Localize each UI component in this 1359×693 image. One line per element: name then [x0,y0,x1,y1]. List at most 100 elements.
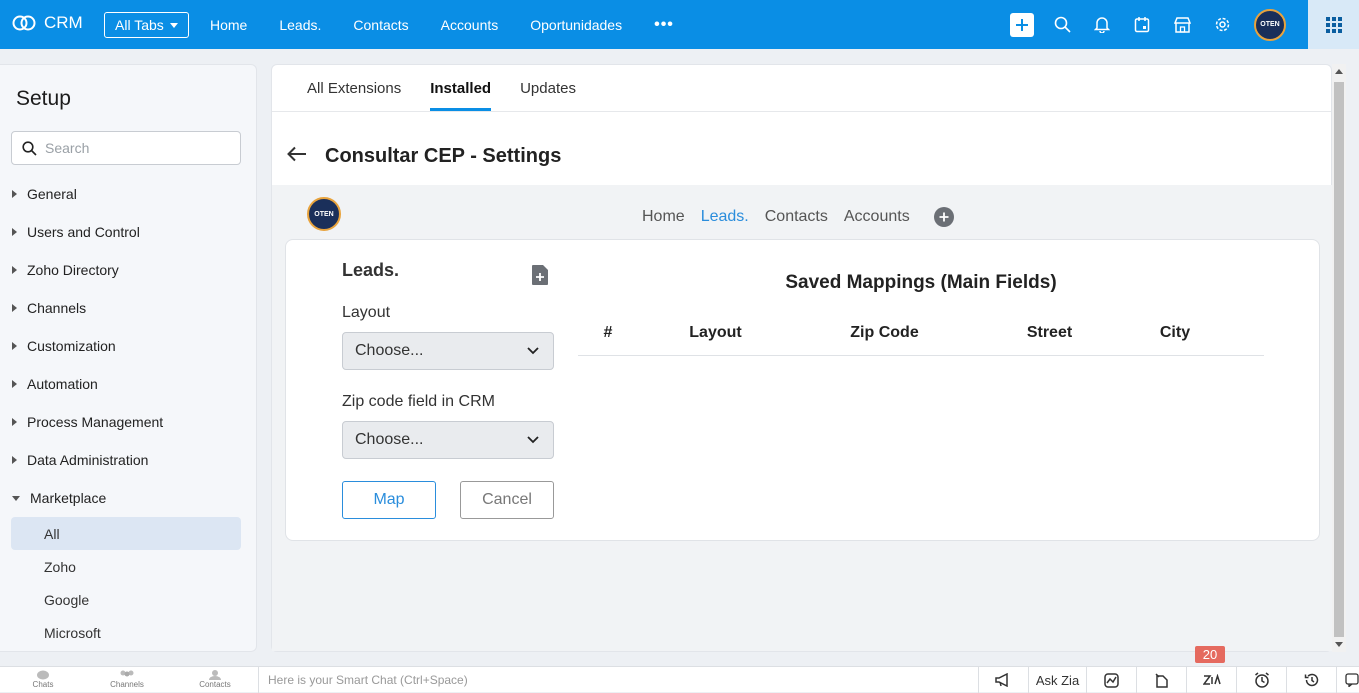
sidebar-subitem-zoho[interactable]: Zoho [0,550,256,583]
scrollbar-thumb[interactable] [1334,82,1344,637]
feedback-button[interactable] [1336,667,1359,693]
map-button[interactable]: Map [342,481,436,519]
settings-button[interactable] [1202,0,1242,49]
mapping-card: Leads. Layout Choose... Zip code field i… [285,239,1320,541]
apps-grid-button[interactable] [1308,0,1359,49]
setup-sidebar: Setup Search General Users and Control Z… [0,64,257,652]
back-button[interactable] [287,145,307,168]
ask-zia-button[interactable]: Ask Zia [1028,667,1086,693]
announcement-button[interactable] [978,667,1028,693]
plus-icon [1016,18,1028,31]
expand-arrow-icon [12,418,17,426]
extension-nav: Home Leads. Contacts Accounts [642,207,954,227]
crm-logo-icon [12,15,36,31]
feedback-icon [1344,673,1359,687]
sidebar-item-label: General [27,186,77,202]
collapse-arrow-icon [12,495,20,501]
sidebar-subitem-microsoft[interactable]: Microsoft [0,616,256,649]
search-input[interactable]: Search [11,131,241,165]
column-header-number: # [603,324,613,341]
sidebar-item-marketplace[interactable]: Marketplace [0,479,256,517]
mappings-table-header: # Layout Zip Code Street City [578,324,1264,356]
scroll-up-arrow-icon[interactable] [1335,69,1343,74]
create-button[interactable] [1002,0,1042,49]
chats-button[interactable]: Chats [0,667,86,693]
layout-select[interactable]: Choose... [342,332,554,370]
nav-contacts[interactable]: Contacts [353,17,408,33]
cancel-button[interactable]: Cancel [460,481,554,519]
avatar: OTEN [1254,8,1286,41]
signals-button[interactable] [1086,667,1136,693]
nav-leads[interactable]: Leads. [279,17,321,33]
signal-icon [1104,672,1119,688]
calendar-icon [1134,17,1150,33]
expand-arrow-icon [12,266,17,274]
chevron-down-icon [527,347,539,355]
ext-nav-leads[interactable]: Leads. [701,208,749,226]
sidebar-item-label: Automation [27,376,98,392]
saved-mappings-title: Saved Mappings (Main Fields) [785,272,1057,293]
zip-field-select[interactable]: Choose... [342,421,554,459]
sidebar-item-automation[interactable]: Automation [0,365,256,403]
sidebar-item-channels[interactable]: Channels [0,289,256,327]
crm-logo[interactable]: CRM [12,13,83,33]
contacts-button[interactable]: Contacts [172,667,258,693]
setup-menu: General Users and Control Zoho Directory… [0,175,256,649]
saved-mappings: Saved Mappings (Main Fields) # Layout Zi… [578,272,1264,356]
expand-arrow-icon [12,190,17,198]
add-module-button[interactable] [933,207,954,227]
nav-home[interactable]: Home [210,17,247,33]
channels-button[interactable]: Channels [84,667,170,693]
search-icon [1054,16,1071,33]
chats-label: Chats [32,680,54,689]
chat-bubble-icon [37,670,49,680]
calendar-button[interactable] [1122,0,1162,49]
sidebar-item-data-administration[interactable]: Data Administration [0,441,256,479]
sidebar-item-customization[interactable]: Customization [0,327,256,365]
column-header-city: City [1159,324,1191,341]
smart-chat-input[interactable]: Here is your Smart Chat (Ctrl+Space) [258,667,978,693]
scroll-down-arrow-icon[interactable] [1335,642,1343,647]
grid-icon [1325,16,1342,33]
sidebar-item-users-and-control[interactable]: Users and Control [0,213,256,251]
column-header-zip-code: Zip Code [850,324,919,341]
back-arrow-icon [287,146,306,162]
tab-installed[interactable]: Installed [430,65,492,111]
ask-zia-label: Ask Zia [1035,672,1080,688]
notifications-button[interactable] [1082,0,1122,49]
ext-nav-home[interactable]: Home [642,208,685,226]
marketplace-button[interactable] [1162,0,1202,49]
tasks-button[interactable] [1136,667,1186,693]
alarm-clock-icon [1254,672,1269,688]
new-document-button[interactable] [531,264,549,291]
zia-button[interactable] [1186,667,1236,693]
reminders-button[interactable] [1236,667,1286,693]
app-name: CRM [44,13,83,32]
tab-all-extensions[interactable]: All Extensions [307,65,401,111]
ext-nav-accounts[interactable]: Accounts [844,208,910,226]
profile-button[interactable]: OTEN [1242,0,1298,49]
sidebar-item-process-management[interactable]: Process Management [0,403,256,441]
all-tabs-dropdown[interactable]: All Tabs [104,12,189,38]
ext-nav-contacts[interactable]: Contacts [765,208,828,226]
bell-icon [1094,17,1110,33]
recent-items-button[interactable] [1286,667,1336,693]
sidebar-item-zoho-directory[interactable]: Zoho Directory [0,251,256,289]
tab-updates[interactable]: Updates [520,65,576,111]
sidebar-subitem-google[interactable]: Google [0,583,256,616]
bottom-bar: Chats Channels Contacts Here is your Sma… [0,666,1359,693]
more-tabs-icon[interactable]: ••• [654,16,674,34]
gear-icon [1215,17,1229,32]
content-scrollbar[interactable] [1332,64,1346,652]
sidebar-item-label: Data Administration [27,452,149,468]
search-button[interactable] [1042,0,1082,49]
mapping-form: Leads. Layout Choose... Zip code field i… [342,260,554,519]
nav-accounts[interactable]: Accounts [441,17,499,33]
extension-logo: OTEN [307,197,341,231]
all-tabs-label: All Tabs [115,17,164,33]
nav-oportunidades[interactable]: Oportunidades [530,17,622,33]
sidebar-title: Setup [16,87,71,110]
channels-label: Channels [110,680,144,689]
sidebar-subitem-all[interactable]: All [11,517,241,550]
sidebar-item-general[interactable]: General [0,175,256,213]
